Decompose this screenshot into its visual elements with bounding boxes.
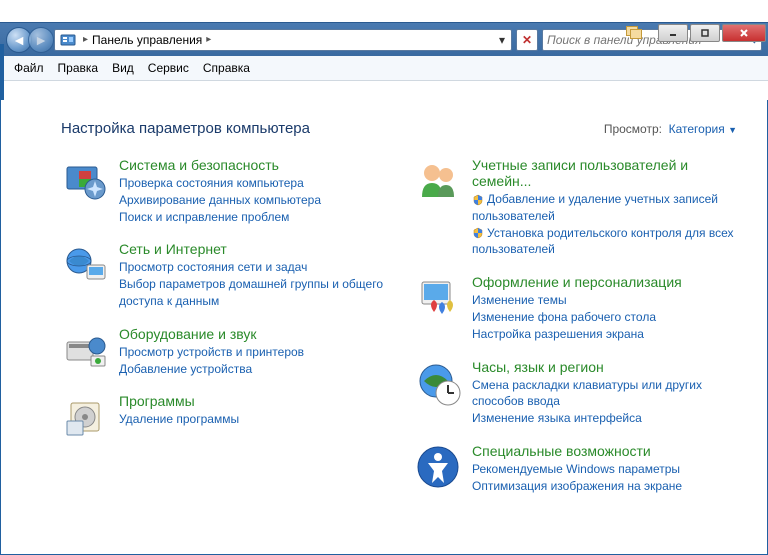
category-link[interactable]: Изменение языка интерфейса	[472, 410, 737, 427]
menu-bar: Файл Правка Вид Сервис Справка	[0, 56, 768, 81]
forward-button[interactable]: ►	[28, 27, 54, 53]
category-link[interactable]: Удаление программы	[119, 411, 384, 428]
access-icon	[414, 443, 462, 491]
category-link[interactable]: Смена раскладки клавиатуры или других сп…	[472, 377, 737, 411]
category-access: Специальные возможности Рекомендуемые Win…	[414, 443, 737, 495]
category-link[interactable]: Рекомендуемые Windows параметры	[472, 461, 737, 478]
menu-tools[interactable]: Сервис	[142, 59, 195, 77]
security-icon	[61, 157, 109, 205]
shield-icon	[472, 194, 484, 206]
category-title[interactable]: Оформление и персонализация	[472, 274, 737, 290]
category-link[interactable]: Оптимизация изображения на экране	[472, 478, 737, 495]
category-link[interactable]: Архивирование данных компьютера	[119, 192, 384, 209]
control-panel-icon	[59, 31, 77, 49]
category-link[interactable]: Изменение темы	[472, 292, 737, 309]
category-title[interactable]: Сеть и Интернет	[119, 241, 384, 257]
menu-view[interactable]: Вид	[106, 59, 140, 77]
menu-file[interactable]: Файл	[8, 59, 50, 77]
breadcrumb-sep: ▸	[81, 34, 90, 45]
category-link[interactable]: Просмотр состояния сети и задач	[119, 259, 384, 276]
breadcrumb-sep[interactable]: ▸	[204, 34, 213, 45]
category-link[interactable]: Добавление и удаление учетных записей по…	[472, 191, 737, 225]
clock-icon	[414, 359, 462, 407]
content-area: Настройка параметров компьютера Просмотр…	[0, 100, 768, 555]
category-security: Система и безопасность Проверка состояния…	[61, 157, 384, 225]
maximize-button[interactable]	[690, 24, 720, 42]
category-clock: Часы, язык и регион Смена раскладки клави…	[414, 359, 737, 427]
category-network: Сеть и Интернет Просмотр состояния сети и…	[61, 241, 384, 309]
category-title[interactable]: Специальные возможности	[472, 443, 737, 459]
view-by: Просмотр: Категория ▼	[604, 122, 737, 136]
category-title[interactable]: Система и безопасность	[119, 157, 384, 173]
category-title[interactable]: Программы	[119, 393, 384, 409]
category-title[interactable]: Часы, язык и регион	[472, 359, 737, 375]
view-by-label: Просмотр:	[604, 122, 662, 136]
menu-edit[interactable]: Правка	[52, 59, 105, 77]
address-bar[interactable]: ▸ Панель управления ▸ ▾	[54, 29, 512, 51]
category-link[interactable]: Выбор параметров домашней группы и общег…	[119, 276, 384, 310]
category-programs: Программы Удаление программы	[61, 393, 384, 441]
category-title[interactable]: Оборудование и звук	[119, 326, 384, 342]
category-appearance: Оформление и персонализация Изменение тем…	[414, 274, 737, 342]
breadcrumb-item[interactable]: Панель управления	[90, 33, 204, 47]
category-link[interactable]: Настройка разрешения экрана	[472, 326, 737, 343]
minimize-button[interactable]	[658, 24, 688, 42]
appearance-icon	[414, 274, 462, 322]
category-link[interactable]: Поиск и исправление проблем	[119, 209, 384, 226]
close-button[interactable]	[722, 24, 766, 42]
category-hardware: Оборудование и звук Просмотр устройств и …	[61, 326, 384, 378]
view-by-value[interactable]: Категория ▼	[669, 122, 737, 136]
category-title[interactable]: Учетные записи пользователей и семейн...	[472, 157, 737, 189]
cascade-windows-icon	[624, 24, 648, 42]
menu-help[interactable]: Справка	[197, 59, 256, 77]
category-link[interactable]: Проверка состояния компьютера	[119, 175, 384, 192]
page-title: Настройка параметров компьютера	[61, 120, 310, 137]
category-link[interactable]: Добавление устройства	[119, 361, 384, 378]
network-icon	[61, 241, 109, 289]
stop-button[interactable]: ✕	[516, 29, 538, 51]
category-link[interactable]: Изменение фона рабочего стола	[472, 309, 737, 326]
category-link[interactable]: Просмотр устройств и принтеров	[119, 344, 384, 361]
category-link[interactable]: Установка родительского контроля для все…	[472, 225, 737, 259]
programs-icon	[61, 393, 109, 441]
shield-icon	[472, 227, 484, 239]
window-controls	[656, 22, 768, 44]
users-icon	[414, 157, 462, 205]
hardware-icon	[61, 326, 109, 374]
address-dropdown[interactable]: ▾	[493, 33, 511, 47]
category-users: Учетные записи пользователей и семейн...…	[414, 157, 737, 258]
navigation-bar: ◄ ► ▸ Панель управления ▸ ▾ ✕	[0, 22, 768, 56]
